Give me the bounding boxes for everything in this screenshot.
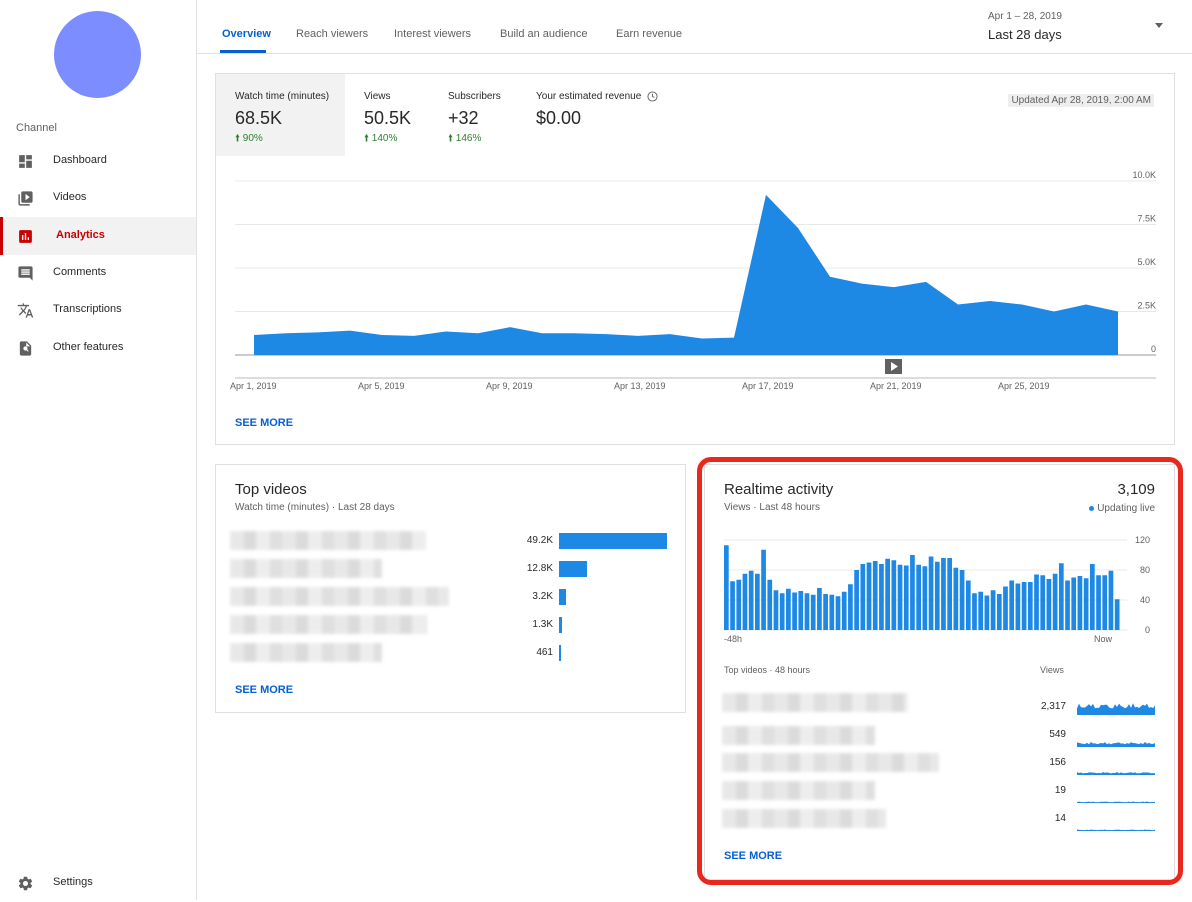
sidebar-item-other-features[interactable]: Other features — [0, 329, 196, 367]
x-tick-label: Apr 1, 2019 — [230, 381, 277, 391]
watch-time-chart: 10.0K 7.5K 5.0K 2.5K 0 Apr 1, 2019 Apr 5, 2019… — [230, 170, 1156, 391]
metric-watch-time[interactable]: Watch time (minutes) 68.5K 🠙 90% — [216, 74, 345, 156]
metric-value: 68.5K — [235, 108, 283, 128]
video-value: 1.3K — [532, 619, 553, 630]
sidebar-item-settings[interactable]: Settings — [0, 864, 196, 902]
chevron-down-icon[interactable] — [1155, 23, 1163, 28]
sidebar-item-label: Videos — [53, 191, 87, 203]
metric-subscribers[interactable]: Subscribers +32 🠙 146% — [429, 74, 517, 156]
video-value: 49.2K — [526, 535, 553, 546]
y-tick-label: 7.5K — [1137, 214, 1156, 224]
sidebar-item-label: Other features — [53, 341, 124, 353]
metric-value: 50.5K — [364, 108, 412, 128]
see-more-button[interactable]: SEE MORE — [235, 417, 293, 429]
sidebar: Channel Dashboard Videos Analytics Comme… — [0, 0, 197, 900]
x-tick-label: Apr 13, 2019 — [614, 381, 666, 391]
y-tick-label: 10.0K — [1132, 170, 1156, 180]
metric-change: 🠙 140% — [364, 133, 398, 144]
tab-earn-revenue[interactable]: Earn revenue — [616, 28, 682, 40]
metric-value: $0.00 — [536, 108, 582, 128]
sidebar-item-dashboard[interactable]: Dashboard — [0, 142, 196, 180]
video-bar — [559, 533, 667, 549]
video-value: 3.2K — [532, 591, 553, 602]
video-icon — [18, 191, 33, 206]
sidebar-item-label: Analytics — [56, 229, 105, 241]
updated-timestamp: Updated Apr 28, 2019, 2:00 AM — [1008, 94, 1154, 107]
metric-revenue[interactable]: Your estimated revenue $0.00 — [517, 74, 677, 156]
y-tick-label: 5.0K — [1137, 257, 1156, 267]
y-tick-label: 0 — [1151, 344, 1156, 354]
watch-time-area — [254, 194, 1118, 355]
see-more-button[interactable]: SEE MORE — [235, 684, 293, 696]
analytics-icon — [19, 230, 32, 243]
channel-avatar[interactable] — [54, 11, 141, 98]
gear-icon — [18, 876, 33, 891]
metric-value: +32 — [448, 108, 479, 128]
clock-icon — [647, 91, 658, 102]
arrow-up-icon: 🠙 — [235, 133, 243, 144]
sidebar-item-label: Settings — [53, 876, 93, 888]
tab-interest-viewers[interactable]: Interest viewers — [394, 28, 471, 40]
tab-reach-viewers[interactable]: Reach viewers — [296, 28, 368, 40]
highlight-outline — [697, 457, 1183, 885]
sidebar-item-label: Transcriptions — [53, 303, 122, 315]
video-bar — [559, 645, 561, 661]
date-range-text: Apr 1 – 28, 2019 — [988, 11, 1062, 22]
blurred-video-title[interactable] — [230, 615, 427, 634]
metric-title: Views — [364, 91, 391, 102]
other-features-icon — [19, 341, 32, 356]
video-value: 461 — [536, 647, 553, 658]
arrow-up-icon: 🠙 — [364, 133, 372, 144]
video-bar — [559, 617, 562, 633]
x-tick-label: Apr 25, 2019 — [998, 381, 1050, 391]
comment-icon — [18, 266, 33, 281]
active-tab-indicator — [220, 50, 266, 53]
blurred-video-title[interactable] — [230, 531, 426, 550]
video-bar — [559, 561, 588, 577]
card-title: Top videos — [235, 481, 307, 498]
sidebar-item-label: Dashboard — [53, 154, 107, 166]
metric-title: Subscribers — [448, 91, 501, 102]
sidebar-item-analytics[interactable]: Analytics — [0, 217, 196, 255]
metric-title: Watch time (minutes) — [235, 91, 330, 102]
sidebar-item-comments[interactable]: Comments — [0, 254, 196, 292]
channel-label: Channel — [16, 122, 57, 134]
x-tick-label: Apr 5, 2019 — [358, 381, 405, 391]
metric-change: 🠙 146% — [448, 133, 482, 144]
date-range-label[interactable]: Last 28 days — [988, 27, 1062, 42]
metric-change: 🠙 90% — [235, 133, 263, 144]
video-value: 12.8K — [526, 563, 553, 574]
tab-build-audience[interactable]: Build an audience — [500, 28, 587, 40]
y-tick-label: 2.5K — [1137, 301, 1156, 311]
arrow-up-icon: 🠙 — [448, 133, 456, 144]
sidebar-item-transcriptions[interactable]: Transcriptions — [0, 291, 196, 329]
sidebar-item-videos[interactable]: Videos — [0, 179, 196, 217]
x-tick-label: Apr 17, 2019 — [742, 381, 794, 391]
x-tick-label: Apr 9, 2019 — [486, 381, 533, 391]
metric-views[interactable]: Views 50.5K 🠙 140% — [345, 74, 429, 156]
translate-icon — [17, 303, 34, 318]
sidebar-item-label: Comments — [53, 266, 107, 278]
blurred-video-title[interactable] — [230, 587, 449, 606]
blurred-video-title[interactable] — [230, 559, 382, 578]
x-tick-label: Apr 21, 2019 — [870, 381, 922, 391]
blurred-video-title[interactable] — [230, 643, 382, 662]
overview-card: Watch time (minutes) 68.5K 🠙 90% Views 5… — [215, 73, 1175, 445]
top-videos-card: Top videos Watch time (minutes) · Last 2… — [215, 464, 686, 713]
analytics-tab-bar: Overview Reach viewers Interest viewers … — [197, 0, 1192, 54]
tab-overview[interactable]: Overview — [222, 28, 271, 40]
card-subtitle: Watch time (minutes) · Last 28 days — [235, 502, 395, 513]
video-bar — [559, 589, 567, 605]
dashboard-icon — [19, 155, 32, 168]
metric-title: Your estimated revenue — [536, 91, 658, 102]
